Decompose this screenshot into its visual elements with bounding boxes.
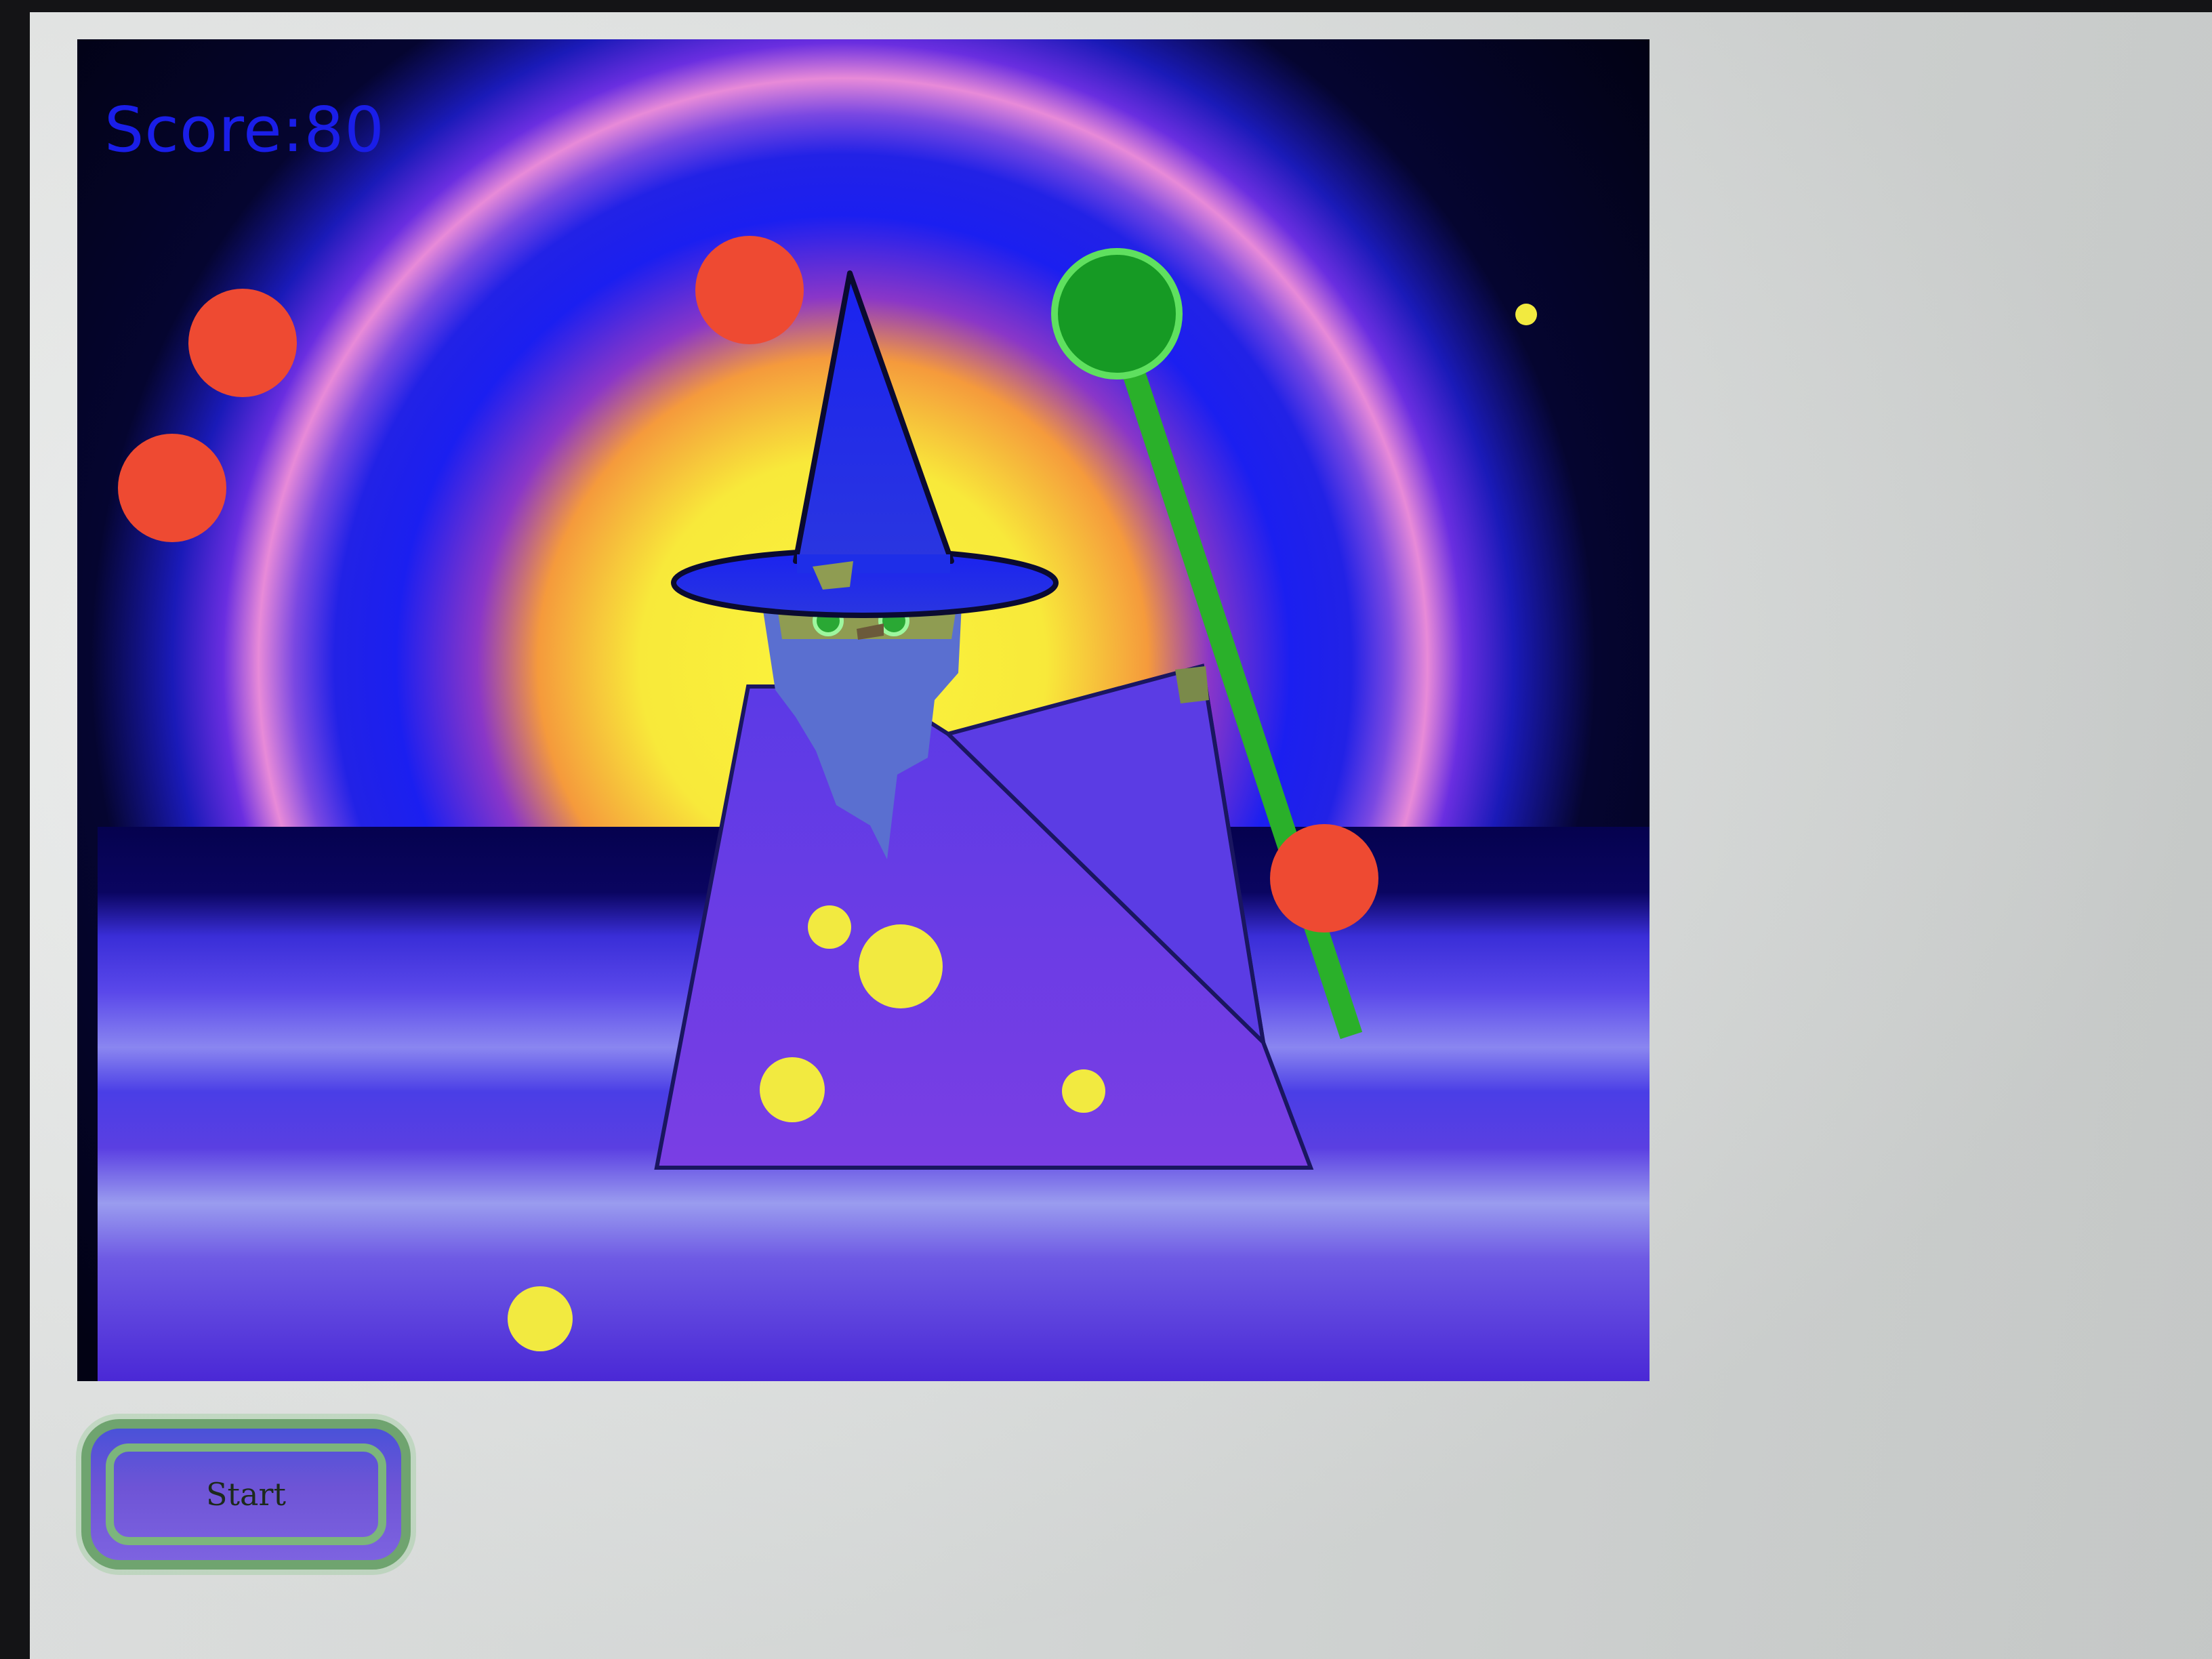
staff-orb-icon [1051, 248, 1183, 380]
start-button[interactable]: Start [81, 1419, 411, 1570]
start-button-label: Start [206, 1476, 286, 1513]
fireball-icon [118, 434, 226, 542]
robe-dot [1062, 1069, 1105, 1113]
fireball-icon [1270, 824, 1378, 933]
robe-dot [760, 1057, 825, 1122]
fireball-icon [188, 289, 297, 397]
robe-dot [808, 905, 851, 949]
star-collectible-icon [1515, 304, 1537, 325]
wizard-hand [1175, 666, 1209, 703]
fireball-icon [695, 236, 804, 344]
display-screen: Score:80 Start [30, 12, 2212, 1659]
game-canvas[interactable]: Score:80 [77, 39, 1650, 1381]
star-collectible-icon [508, 1286, 573, 1351]
robe-dot [859, 924, 943, 1008]
score-display: Score:80 [104, 94, 385, 166]
game-scene [77, 39, 1650, 1381]
